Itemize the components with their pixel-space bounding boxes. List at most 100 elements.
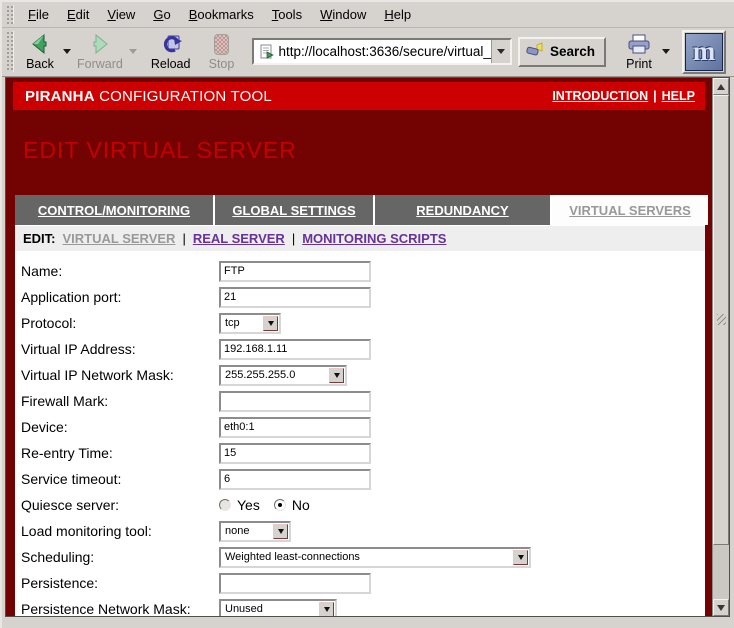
application-port-label: Application port: bbox=[19, 289, 219, 305]
load-monitoring-tool-label: Load monitoring tool: bbox=[19, 523, 219, 539]
menu-window[interactable]: Window bbox=[311, 4, 375, 25]
re-entry-time-label: Re-entry Time: bbox=[19, 445, 219, 461]
form-row-protocol: Protocol: tcp bbox=[19, 310, 705, 336]
load-monitoring-tool-select[interactable]: none bbox=[219, 521, 291, 542]
menu-bar: FileEditViewGoBookmarksToolsWindowHelp bbox=[2, 2, 734, 28]
edit-subnav: EDIT: VIRTUAL SERVER|REAL SERVER|MONITOR… bbox=[15, 226, 705, 251]
dropdown-arrow-icon[interactable] bbox=[263, 316, 278, 331]
name-input[interactable] bbox=[219, 261, 371, 282]
back-label: Back bbox=[26, 57, 54, 71]
scrollbar-thumb[interactable] bbox=[713, 95, 729, 545]
print-label: Print bbox=[626, 57, 652, 71]
navigation-toolbar: Back Forward Reload Stop bbox=[2, 28, 734, 77]
re-entry-time-input[interactable] bbox=[219, 443, 371, 464]
virtual-ip-network-mask-select[interactable]: 255.255.255.0 bbox=[219, 365, 347, 386]
header-links: INTRODUCTION | HELP bbox=[552, 89, 695, 103]
form-row-firewall-mark: Firewall Mark: bbox=[19, 388, 705, 414]
protocol-select[interactable]: tcp bbox=[219, 313, 281, 334]
url-history-dropdown[interactable] bbox=[491, 40, 510, 63]
reload-button[interactable]: Reload bbox=[147, 30, 195, 73]
service-timeout-label: Service timeout: bbox=[19, 471, 219, 487]
dropdown-arrow-icon[interactable] bbox=[329, 368, 344, 383]
quiesce-server-radio-label-no: No bbox=[292, 497, 310, 513]
persistence-input[interactable] bbox=[219, 573, 371, 594]
menu-bookmarks[interactable]: Bookmarks bbox=[180, 4, 263, 25]
firewall-mark-label: Firewall Mark: bbox=[19, 393, 219, 409]
introduction-link[interactable]: INTRODUCTION bbox=[552, 89, 648, 103]
tab-global-settings[interactable]: GLOBAL SETTINGS bbox=[215, 195, 373, 225]
app-title-rest: CONFIGURATION TOOL bbox=[95, 88, 272, 105]
form-row-quiesce-server: Quiesce server:YesNo bbox=[19, 492, 705, 518]
forward-dropdown-arrow[interactable] bbox=[127, 35, 139, 69]
print-dropdown-arrow[interactable] bbox=[660, 35, 672, 69]
menu-view[interactable]: View bbox=[98, 4, 144, 25]
menu-go[interactable]: Go bbox=[144, 4, 179, 25]
menu-edit[interactable]: Edit bbox=[58, 4, 98, 25]
quiesce-server-radio-yes[interactable] bbox=[219, 499, 231, 511]
url-input[interactable] bbox=[278, 40, 491, 63]
menu-help[interactable]: Help bbox=[375, 4, 420, 25]
menu-file[interactable]: File bbox=[19, 4, 58, 25]
stop-button[interactable]: Stop bbox=[200, 30, 242, 73]
subnav-monitoring-scripts-link[interactable]: MONITORING SCRIPTS bbox=[302, 231, 446, 246]
quiesce-server-radio-label-yes: Yes bbox=[237, 497, 260, 513]
toolbar-grippy-handle[interactable] bbox=[6, 31, 14, 72]
browser-viewport: PIRANHA CONFIGURATION TOOL INTRODUCTION … bbox=[5, 77, 730, 617]
tab-label: CONTROL/MONITORING bbox=[38, 203, 190, 218]
url-bar bbox=[252, 38, 512, 65]
quiesce-server-radio-no[interactable] bbox=[274, 499, 286, 511]
protocol-label: Protocol: bbox=[19, 315, 219, 331]
back-button[interactable]: Back bbox=[19, 30, 61, 73]
form-row-device: Device: bbox=[19, 414, 705, 440]
device-label: Device: bbox=[19, 419, 219, 435]
help-link[interactable]: HELP bbox=[662, 89, 695, 103]
scroll-up-button[interactable] bbox=[713, 78, 729, 95]
protocol-selected-value: tcp bbox=[225, 317, 259, 329]
scroll-down-button[interactable] bbox=[713, 599, 729, 616]
forward-label: Forward bbox=[77, 57, 123, 71]
print-button[interactable]: Print bbox=[618, 30, 660, 73]
firewall-mark-input[interactable] bbox=[219, 391, 371, 412]
content-block: CONTROL/MONITORING GLOBAL SETTINGS REDUNDA… bbox=[15, 195, 705, 616]
scheduling-select[interactable]: Weighted least-connections bbox=[219, 547, 531, 568]
virtual-ip-address-input[interactable] bbox=[219, 339, 371, 360]
form-row-persistence: Persistence: bbox=[19, 570, 705, 596]
persistence-label: Persistence: bbox=[19, 575, 219, 591]
subnav-real-server-link[interactable]: REAL SERVER bbox=[193, 231, 285, 246]
device-input[interactable] bbox=[219, 417, 371, 438]
form-row-name: Name: bbox=[19, 258, 705, 284]
browser-window: FileEditViewGoBookmarksToolsWindowHelp B… bbox=[0, 0, 734, 628]
dropdown-arrow-icon[interactable] bbox=[513, 550, 528, 565]
tab-virtual-servers[interactable]: VIRTUAL SERVERS bbox=[552, 195, 708, 225]
service-timeout-input[interactable] bbox=[219, 469, 371, 490]
search-flashlight-icon bbox=[526, 42, 546, 62]
piranha-header-bar: PIRANHA CONFIGURATION TOOL INTRODUCTION … bbox=[13, 82, 705, 110]
form-row-virtual-ip-address: Virtual IP Address: bbox=[19, 336, 705, 362]
scheduling-selected-value: Weighted least-connections bbox=[225, 551, 509, 563]
subnav-prefix: EDIT: bbox=[23, 231, 56, 246]
tab-redundancy[interactable]: REDUNDANCY bbox=[375, 195, 550, 225]
tab-control-monitoring[interactable]: CONTROL/MONITORING bbox=[15, 195, 213, 225]
form-row-virtual-ip-network-mask: Virtual IP Network Mask: 255.255.255.0 bbox=[19, 362, 705, 388]
menubar-grippy-handle[interactable] bbox=[6, 5, 14, 24]
dropdown-arrow-icon[interactable] bbox=[273, 524, 288, 539]
scrollbar-track[interactable] bbox=[713, 95, 729, 599]
app-title-strong: PIRANHA bbox=[25, 88, 95, 105]
menu-tools[interactable]: Tools bbox=[263, 4, 311, 25]
virtual-ip-network-mask-selected-value: 255.255.255.0 bbox=[225, 369, 325, 381]
vertical-scrollbar bbox=[712, 78, 729, 616]
page-title: EDIT VIRTUAL SERVER bbox=[23, 137, 705, 164]
form-row-service-timeout: Service timeout: bbox=[19, 466, 705, 492]
forward-button[interactable]: Forward bbox=[73, 30, 127, 73]
tab-label: REDUNDANCY bbox=[416, 203, 508, 218]
search-button[interactable]: Search bbox=[518, 37, 606, 67]
dropdown-arrow-icon[interactable] bbox=[319, 602, 334, 617]
window-bottom-frame bbox=[2, 617, 734, 623]
virtual-ip-network-mask-label: Virtual IP Network Mask: bbox=[19, 367, 219, 383]
page-proxy-icon[interactable] bbox=[259, 44, 274, 59]
back-dropdown-arrow[interactable] bbox=[61, 35, 73, 69]
application-port-input[interactable] bbox=[219, 287, 371, 308]
persistence-network-mask-select[interactable]: Unused bbox=[219, 599, 337, 617]
subnav-virtual-server-link: VIRTUAL SERVER bbox=[63, 231, 176, 246]
mozilla-logo[interactable]: m bbox=[685, 33, 723, 71]
